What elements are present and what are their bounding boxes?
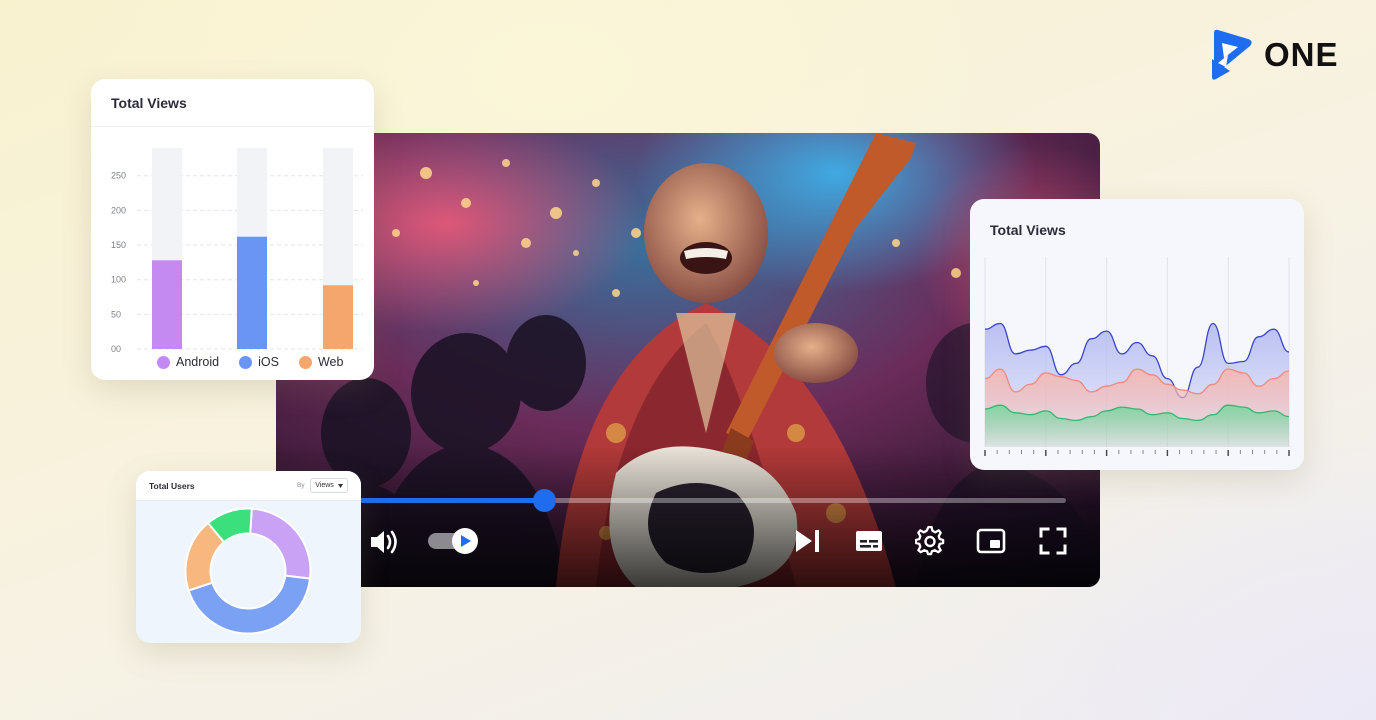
total-views-bar-card: Total Views 00 50 100 150 200 250 Android iOS… xyxy=(91,79,374,380)
y-tick-label: 250 xyxy=(111,171,126,181)
legend-swatch-web xyxy=(298,355,312,369)
y-tick-label: 50 xyxy=(111,309,121,319)
settings-gear-icon xyxy=(915,526,945,556)
legend-swatch-android xyxy=(157,355,170,369)
legend-label-web: Web xyxy=(317,355,344,369)
brand-logo[interactable]: ONE xyxy=(1208,28,1348,82)
skip-next-icon xyxy=(796,530,819,552)
y-tick-label: 150 xyxy=(111,240,126,250)
skip-next-button[interactable] xyxy=(790,525,824,557)
volume-icon xyxy=(371,530,397,554)
seek-bar-handle[interactable] xyxy=(532,489,556,512)
y-tick-label: 00 xyxy=(111,344,121,354)
brand-name: ONE xyxy=(1264,36,1339,73)
area-chart xyxy=(984,257,1290,456)
bar-web xyxy=(323,285,353,349)
legend-swatch-ios xyxy=(239,355,253,369)
donut-slice-0 xyxy=(249,507,312,580)
picture-in-picture-button[interactable] xyxy=(974,525,1008,557)
legend-item-android: Android xyxy=(157,355,219,369)
fullscreen-button[interactable] xyxy=(1036,524,1070,558)
volume-button[interactable] xyxy=(368,526,400,558)
subtitles-button[interactable] xyxy=(852,525,886,557)
total-views-area-card: Total Views xyxy=(970,199,1304,470)
y-tick-label: 200 xyxy=(111,205,126,215)
seek-bar[interactable] xyxy=(360,489,1066,512)
bar-android xyxy=(152,260,182,349)
donut-chart xyxy=(184,507,312,635)
y-tick-label: 100 xyxy=(111,275,126,285)
fullscreen-icon xyxy=(1039,527,1067,555)
bar-chart: 00 50 100 150 200 250 xyxy=(111,148,363,354)
brand-logo-icon xyxy=(1212,29,1252,80)
subtitles-icon xyxy=(856,531,882,551)
bar-chart-legend: Android iOS Web xyxy=(157,355,343,369)
picture-in-picture-icon xyxy=(976,528,1006,554)
legend-item-web: Web xyxy=(298,355,344,369)
total-users-card: Total Users By Views xyxy=(136,471,361,643)
legend-label-ios: iOS xyxy=(258,355,279,369)
seek-bar-played xyxy=(360,498,544,503)
settings-button[interactable] xyxy=(913,524,947,558)
bar-ios xyxy=(237,236,267,349)
legend-label-android: Android xyxy=(176,355,220,369)
autoplay-toggle-icon xyxy=(428,528,478,554)
autoplay-toggle[interactable] xyxy=(428,527,480,555)
legend-item-ios: iOS xyxy=(239,355,279,369)
